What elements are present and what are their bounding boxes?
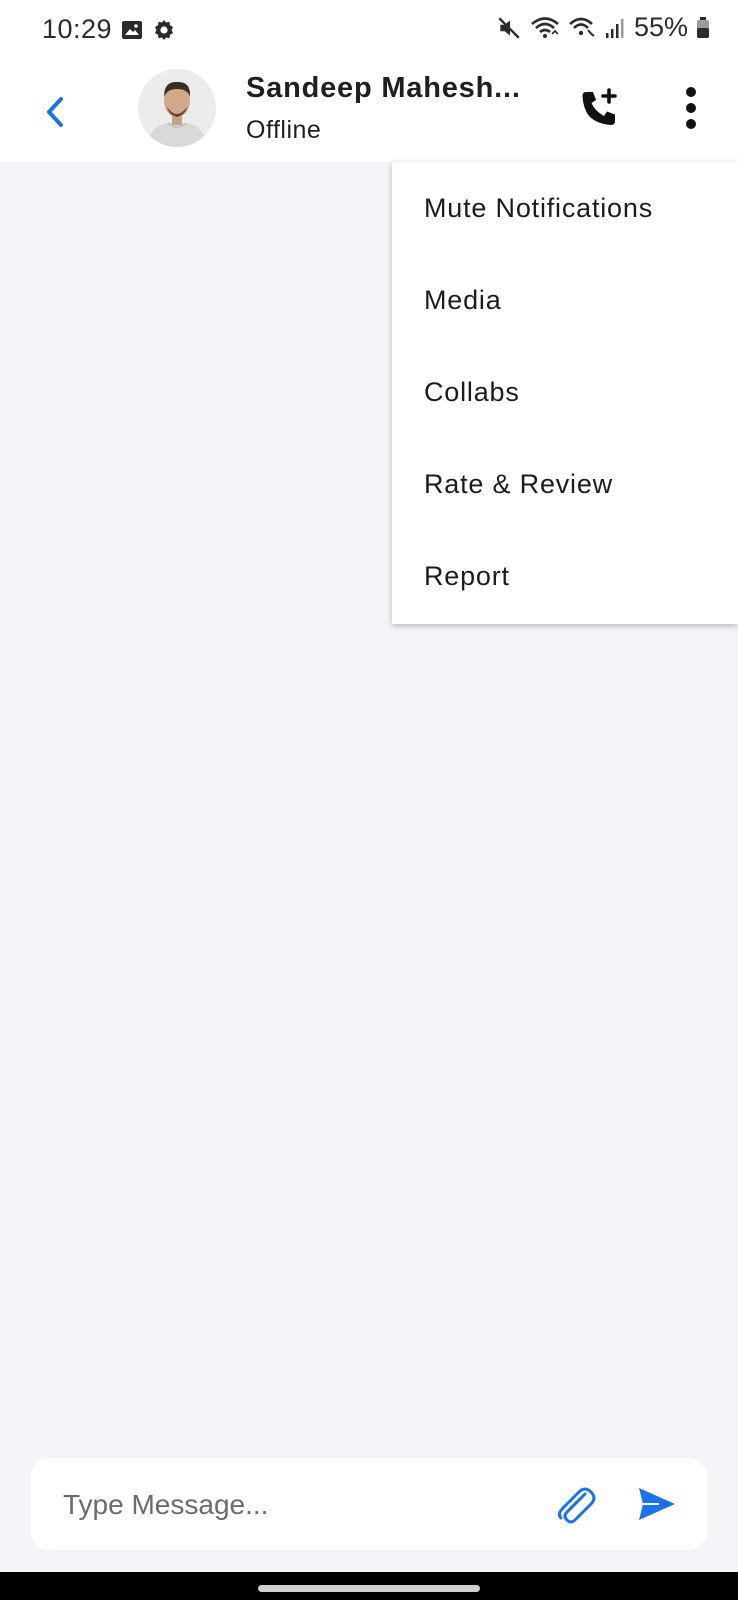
contact-photo <box>138 69 216 147</box>
contact-name[interactable]: Sandeep Mahesh... <box>246 72 521 105</box>
status-right-icons: 55% <box>496 12 710 43</box>
wifi-icon <box>531 16 559 38</box>
send-button[interactable] <box>635 1482 679 1526</box>
message-composer <box>31 1458 707 1550</box>
more-options-button[interactable] <box>676 86 706 130</box>
avatar[interactable] <box>138 69 216 147</box>
options-menu: Mute Notifications Media Collabs Rate & … <box>392 162 738 624</box>
contact-status: Offline <box>246 116 322 144</box>
paperclip-icon <box>557 1487 596 1524</box>
mute-icon <box>498 16 520 39</box>
chat-header: Sandeep Mahesh... Offline <box>0 60 738 162</box>
menu-item-collabs[interactable]: Collabs <box>392 346 738 438</box>
chevron-left-icon <box>47 97 63 127</box>
signal-icon <box>605 18 624 38</box>
status-left-icons <box>120 18 176 42</box>
settings-gear-icon <box>155 20 173 40</box>
battery-percent: 55% <box>633 12 688 42</box>
menu-item-rate-review[interactable]: Rate & Review <box>392 438 738 530</box>
menu-item-mute-notifications[interactable]: Mute Notifications <box>392 162 738 254</box>
add-call-button[interactable] <box>578 86 622 130</box>
message-input[interactable] <box>61 1476 535 1534</box>
more-vertical-icon <box>686 87 696 129</box>
status-time: 10:29 <box>42 14 113 44</box>
phone-add-icon <box>582 88 617 125</box>
menu-item-report[interactable]: Report <box>392 530 738 622</box>
system-nav-bar <box>0 1572 738 1600</box>
attach-button[interactable] <box>551 1480 599 1528</box>
back-button[interactable] <box>32 82 76 142</box>
gallery-icon <box>122 21 142 39</box>
wifi-call-icon <box>569 17 595 37</box>
send-icon <box>639 1488 675 1520</box>
status-bar: 10:29 55% <box>0 0 738 60</box>
menu-item-media[interactable]: Media <box>392 254 738 346</box>
home-indicator[interactable] <box>258 1585 480 1592</box>
battery-icon <box>697 16 709 38</box>
